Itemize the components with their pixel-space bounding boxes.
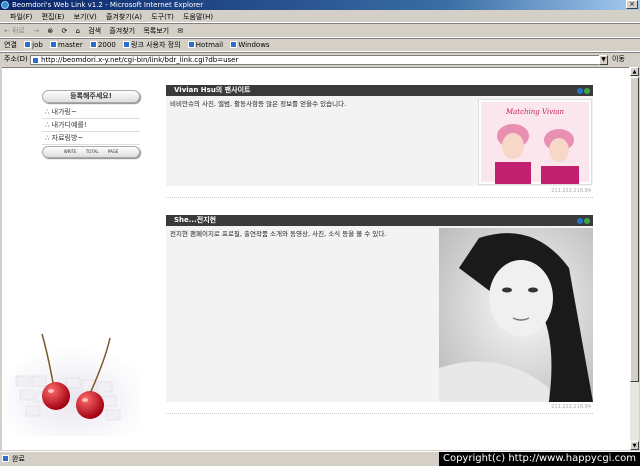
address-bar: 주소(D) http://beomdori.x-y.net/cgi-bin/li…	[0, 52, 640, 66]
toolbar: ← 뒤로 → ⊗ ⟳ ⌂ 검색 즐겨찾기 목록보기 ✉	[0, 23, 640, 38]
post-description: 비비안슈의 사진, 앨범, 활동사항등 많은 정보를 얻을수 있습니다.	[170, 100, 347, 108]
menu-bar: 파일(F) 편집(E) 보기(V) 즐겨찾기(A) 도구(T) 도움말(H)	[0, 11, 640, 23]
post-header: She...전지현	[166, 215, 593, 226]
links-bar: 연결 job master 2000 링크 사용자 정의 Hotmail Win…	[0, 38, 640, 52]
post-description: 전지현 팬페이지로 프로필, 출연작품 소개와 동영상, 사진, 소식 등을 볼…	[170, 230, 387, 238]
scroll-up-icon[interactable]: ▲	[630, 67, 639, 76]
page-viewport: 등록해주세요! ∴ 내가링~ ∴ 내가디예를! ∴ 자료링방~ WRITE TO…	[2, 67, 629, 450]
browser-window: Beomdori's Web Link v1.2 - Microsoft Int…	[0, 0, 640, 466]
address-dropdown-icon[interactable]: ▼	[599, 55, 608, 65]
search-button[interactable]: 검색	[88, 27, 101, 35]
post-title[interactable]: Vivian Hsu의 팬사이트	[174, 86, 250, 94]
link-custom[interactable]: 링크 사용자 정의	[123, 41, 181, 49]
delete-icon[interactable]	[584, 218, 590, 224]
total-counter: TOTAL	[85, 149, 99, 154]
sidebar-item-my-list[interactable]: ∴ 내가디예를!	[42, 119, 140, 132]
link-hotmail[interactable]: Hotmail	[187, 41, 223, 49]
back-button[interactable]: ← 뒤로	[4, 27, 25, 35]
page-icon	[32, 57, 39, 64]
post-body: 비비안슈의 사진, 앨범, 활동사항등 많은 정보를 얻을수 있습니다. Mat…	[166, 96, 593, 186]
menu-file[interactable]: 파일(F)	[10, 13, 32, 21]
vivian-photo-icon: Matching Vivian	[479, 100, 591, 184]
stop-button[interactable]: ⊗	[47, 27, 53, 35]
scroll-thumb[interactable]	[630, 77, 639, 382]
post-title[interactable]: She...전지현	[174, 216, 216, 224]
link-2000[interactable]: 2000	[89, 41, 116, 49]
window-title: Beomdori's Web Link v1.2 - Microsoft Int…	[12, 1, 204, 9]
post-thumbnail[interactable]: Matching Vivian	[478, 99, 592, 185]
ie-icon	[1, 1, 9, 9]
link-windows[interactable]: Windows	[230, 41, 270, 49]
status-bar: 완료 Copyright(c) http://www.happycgi.com	[0, 451, 640, 466]
vertical-scrollbar[interactable]: ▲ ▼	[629, 67, 639, 450]
post-header: Vivian Hsu의 팬사이트	[166, 85, 593, 96]
portrait-photo-icon	[439, 228, 593, 402]
refresh-button[interactable]: ⟳	[61, 27, 67, 35]
menu-view[interactable]: 보기(V)	[74, 13, 97, 21]
links-label: 연결	[4, 41, 17, 49]
menu-favorites[interactable]: 즐겨찾기(A)	[106, 13, 142, 21]
menu-help[interactable]: 도움말(H)	[183, 13, 213, 21]
favorites-button[interactable]: 즐겨찾기	[109, 27, 135, 35]
write-counter[interactable]: WRITE	[64, 149, 77, 154]
cherry-keyboard-decoration	[6, 333, 140, 436]
address-url: http://beomdori.x-y.net/cgi-bin/link/bdr…	[41, 56, 239, 64]
page-icon	[123, 41, 131, 48]
delete-icon[interactable]	[584, 88, 590, 94]
copyright-overlay: Copyright(c) http://www.happycgi.com	[438, 452, 640, 466]
post-thumbnail[interactable]	[439, 228, 593, 402]
menu-edit[interactable]: 편집(E)	[42, 13, 65, 21]
post-body: 전지현 팬페이지로 프로필, 출연작품 소개와 동영상, 사진, 소식 등을 볼…	[166, 226, 593, 402]
link-master[interactable]: master	[50, 41, 83, 49]
status-text: 완료	[12, 455, 25, 463]
edit-icon[interactable]	[577, 218, 583, 224]
photo-caption: Matching Vivian	[505, 108, 565, 116]
forward-button[interactable]: →	[33, 27, 39, 35]
page-icon	[24, 41, 32, 48]
mail-button[interactable]: ✉	[177, 27, 183, 35]
title-bar: Beomdori's Web Link v1.2 - Microsoft Int…	[0, 0, 640, 10]
address-input[interactable]: http://beomdori.x-y.net/cgi-bin/link/bdr…	[30, 55, 608, 65]
page-icon	[89, 41, 97, 48]
history-button[interactable]: 목록보기	[143, 27, 169, 35]
page-counter: PAGE	[107, 149, 119, 154]
home-button[interactable]: ⌂	[76, 27, 80, 35]
address-label: 주소(D)	[4, 55, 28, 63]
link-job[interactable]: job	[24, 41, 43, 49]
edit-icon[interactable]	[577, 88, 583, 94]
post-ip: 211.222.216.84	[166, 402, 593, 414]
sidebar-item-resources[interactable]: ∴ 자료링방~	[42, 132, 140, 145]
page-icon	[50, 41, 58, 48]
counter-bar: WRITE TOTAL PAGE	[42, 146, 140, 158]
go-button[interactable]: 이동	[612, 53, 625, 66]
link-post: She...전지현 전지현 팬페이지로 프로필, 출연작품 소개와 동영상, 사…	[166, 215, 593, 414]
page-icon	[230, 41, 238, 48]
sidebar-item-my-link[interactable]: ∴ 내가링~	[42, 106, 140, 119]
register-button[interactable]: 등록해주세요!	[42, 90, 140, 103]
link-post: Vivian Hsu의 팬사이트 비비안슈의 사진, 앨범, 활동사항등 많은 …	[166, 85, 593, 198]
scroll-down-icon[interactable]: ▼	[630, 441, 639, 450]
post-ip: 211.222.216.84	[166, 186, 593, 198]
page-done-icon	[2, 455, 9, 462]
menu-tools[interactable]: 도구(T)	[151, 13, 174, 21]
sidebar-nav: ∴ 내가링~ ∴ 내가디예를! ∴ 자료링방~	[42, 106, 140, 145]
page-icon	[187, 41, 195, 48]
close-button[interactable]: ×	[626, 0, 638, 9]
